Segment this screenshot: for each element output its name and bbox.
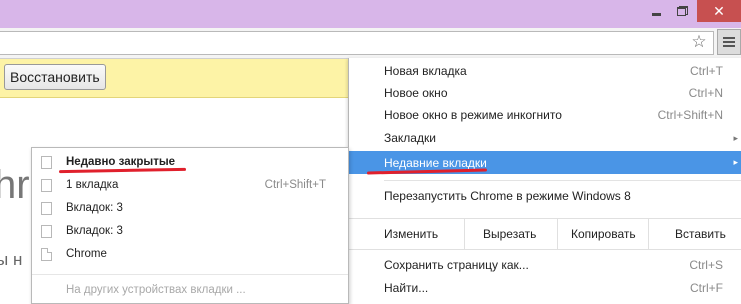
menu-item-incognito[interactable]: Новое окно в режиме инкогнито Ctrl+Shift…: [349, 104, 741, 126]
other-devices-item: На других устройствах вкладки ...: [32, 280, 348, 302]
recent-item-1-tab[interactable]: 1 вкладка Ctrl+Shift+T: [32, 175, 348, 197]
chrome-main-menu: Новая вкладка Ctrl+T Новое окно Ctrl+N Н…: [348, 58, 741, 304]
restore-window-icon: [676, 6, 688, 16]
menu-item-label: Новая вкладка: [384, 64, 467, 78]
menu-item-label: Новое окно в режиме инкогнито: [384, 108, 562, 122]
submenu-arrow-icon: ▸: [733, 132, 738, 143]
submenu-separator: [32, 274, 348, 275]
restore-button[interactable]: Восстановить: [4, 64, 106, 90]
menu-item-new-window[interactable]: Новое окно Ctrl+N: [349, 82, 741, 104]
submenu-item-label: 1 вкладка: [66, 179, 119, 191]
restore-infobar: Восстановить: [0, 59, 360, 98]
minimize-button[interactable]: [643, 0, 669, 22]
submenu-item-label: Вкладок: 3: [66, 202, 123, 214]
tab-icon: [41, 202, 52, 215]
menu-item-find[interactable]: Найти... Ctrl+F: [349, 277, 741, 299]
submenu-item-label: Chrome: [66, 248, 107, 260]
menu-item-shortcut: Ctrl+N: [688, 86, 723, 100]
menu-item-save-page[interactable]: Сохранить страницу как... Ctrl+S: [349, 254, 741, 276]
page-text-fragment: ы н: [0, 250, 23, 269]
edit-label: Изменить: [384, 227, 439, 241]
menu-item-label: Новое окно: [384, 86, 448, 100]
tab-icon: [41, 225, 52, 238]
menu-item-bookmarks[interactable]: Закладки ▸: [349, 127, 741, 149]
page-icon: [41, 248, 52, 261]
close-button[interactable]: ✕: [697, 0, 741, 22]
recent-item-chrome[interactable]: Chrome: [32, 244, 348, 266]
submenu-arrow-icon: ▸: [733, 157, 738, 167]
other-devices-label: На других устройствах вкладки ...: [66, 284, 246, 296]
cut-button[interactable]: Вырезать: [483, 227, 536, 241]
page-heading-fragment: hr: [0, 163, 30, 207]
minimize-icon: [651, 12, 661, 16]
close-icon: ✕: [713, 2, 725, 19]
chrome-menu-button[interactable]: [717, 29, 741, 55]
menu-item-shortcut: Ctrl+Shift+N: [657, 108, 723, 122]
menu-item-label: Перезапустить Chrome в режиме Windows 8: [384, 189, 631, 203]
hamburger-menu-icon: [723, 37, 735, 39]
submenu-item-label: Вкладок: 3: [66, 225, 123, 237]
address-bar[interactable]: [0, 31, 714, 55]
browser-toolbar: ☆: [0, 28, 741, 59]
menu-item-label: Сохранить страницу как...: [384, 258, 529, 272]
menu-item-shortcut: Ctrl+F: [690, 281, 723, 295]
menu-item-new-tab[interactable]: Новая вкладка Ctrl+T: [349, 60, 741, 82]
tab-icon: [41, 179, 52, 192]
bookmark-star-icon[interactable]: ☆: [689, 31, 709, 53]
submenu-item-shortcut: Ctrl+Shift+T: [264, 179, 326, 191]
menu-item-shortcut: Ctrl+T: [690, 64, 723, 78]
menu-separator: [384, 180, 741, 181]
maximize-button[interactable]: [669, 0, 695, 22]
paste-button[interactable]: Вставить: [675, 227, 726, 241]
submenu-header-label: Недавно закрытые: [66, 156, 176, 168]
menu-item-label: Найти...: [384, 281, 429, 295]
copy-button[interactable]: Копировать: [571, 227, 636, 241]
recent-item-3-tabs-2[interactable]: Вкладок: 3: [32, 221, 348, 243]
menu-item-relaunch-windows8[interactable]: Перезапустить Chrome в режиме Windows 8: [349, 185, 741, 207]
menu-item-shortcut: Ctrl+S: [689, 258, 723, 272]
recent-item-3-tabs[interactable]: Вкладок: 3: [32, 198, 348, 220]
title-bar: ✕: [0, 0, 741, 28]
folder-icon: [41, 156, 52, 169]
menu-item-label: Недавние вкладки: [384, 155, 487, 170]
menu-item-label: Закладки: [384, 131, 436, 145]
edit-row: Изменить Вырезать Копировать Вставить: [349, 218, 741, 250]
